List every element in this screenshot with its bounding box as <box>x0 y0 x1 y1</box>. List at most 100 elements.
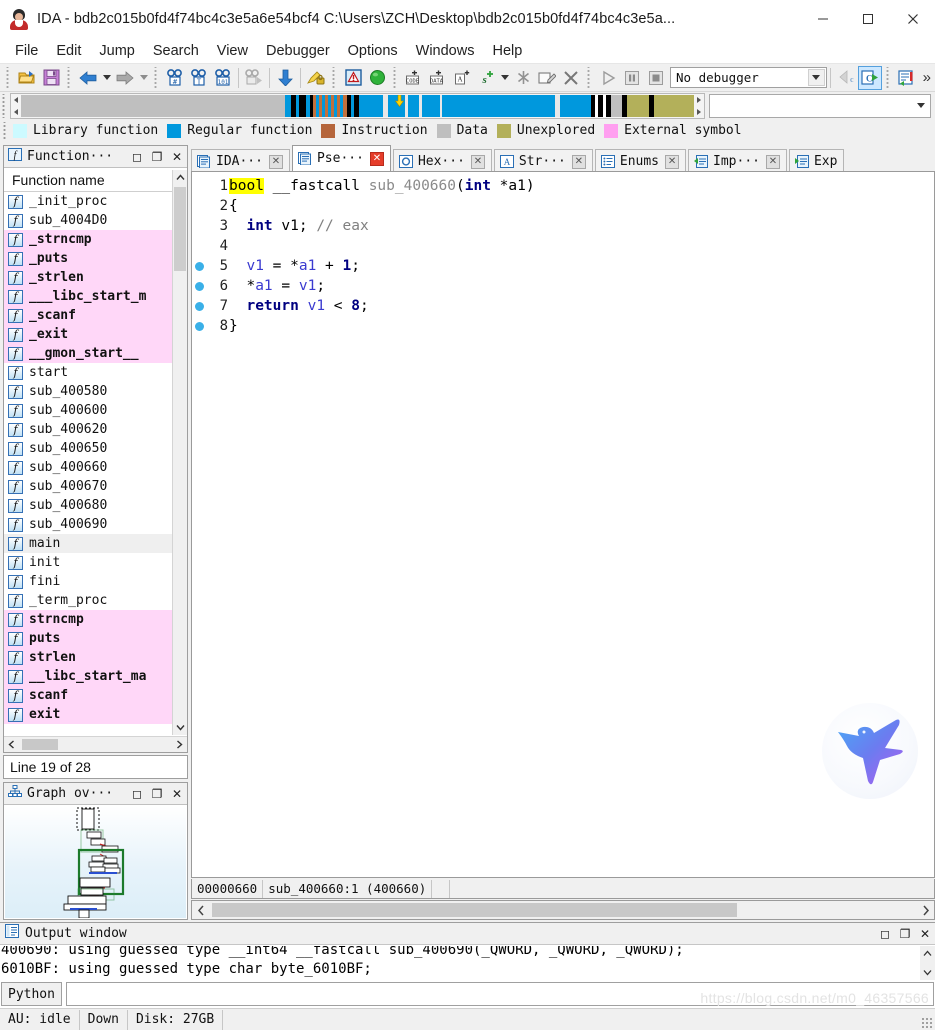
functions-vertical-scrollbar[interactable] <box>172 170 187 735</box>
search-next-icon[interactable] <box>242 66 266 90</box>
scroll-up-icon[interactable] <box>920 946 935 961</box>
tab-close-icon[interactable]: ✕ <box>369 151 384 166</box>
menu-edit[interactable]: Edit <box>47 40 90 62</box>
edit-function-icon[interactable] <box>535 66 559 90</box>
search-hash-icon[interactable]: # <box>163 66 187 90</box>
function-list-item[interactable]: f sub_400650 <box>4 439 173 458</box>
breakpoint-gutter[interactable] <box>192 216 206 236</box>
tab-close-icon[interactable]: ✕ <box>470 154 485 169</box>
pseudocode-line[interactable]: 4 <box>192 236 934 256</box>
toolbar-grip-struct[interactable] <box>884 66 892 89</box>
function-list-item[interactable]: f sub_400660 <box>4 458 173 477</box>
function-list-item[interactable]: f _strncmp <box>4 230 173 249</box>
menu-jump[interactable]: Jump <box>90 40 143 62</box>
pseudocode-line[interactable]: 7 return v1 < 8; <box>192 296 934 316</box>
function-list-item[interactable]: f strncmp <box>4 610 173 629</box>
tab-close-icon[interactable]: ✕ <box>571 154 586 169</box>
functions-horizontal-scrollbar[interactable] <box>4 736 187 752</box>
pseudocode-line[interactable]: 3 int v1; // eax <box>192 216 934 236</box>
function-list-item[interactable]: f _puts <box>4 249 173 268</box>
make-string-dropdown-icon[interactable] <box>498 75 511 80</box>
resize-grip-icon[interactable] <box>921 1017 933 1029</box>
run-ok-icon[interactable] <box>365 66 389 90</box>
tab-close-icon[interactable]: ✕ <box>765 154 780 169</box>
breakpoint-marker-icon[interactable] <box>192 256 206 276</box>
scrollbar-thumb[interactable] <box>174 187 186 271</box>
function-list-item[interactable]: f scanf <box>4 686 173 705</box>
scrollbar-thumb[interactable] <box>22 739 58 750</box>
pseudocode-line[interactable]: 5 v1 = *a1 + 1; <box>192 256 934 276</box>
navband-jump-combo[interactable] <box>709 94 931 118</box>
back-nav-dropdown-icon[interactable] <box>100 75 113 80</box>
menu-view[interactable]: View <box>208 40 257 62</box>
navigation-band[interactable] <box>10 93 705 119</box>
menu-windows[interactable]: Windows <box>407 40 484 62</box>
editor-tab[interactable]: Enums ✕ <box>594 149 687 173</box>
tab-close-icon[interactable]: ✕ <box>268 154 283 169</box>
editor-tab[interactable]: Exp <box>788 149 845 173</box>
pseudocode-line[interactable]: 6 *a1 = v1; <box>192 276 934 296</box>
panel-close-icon[interactable]: ✕ <box>167 147 187 167</box>
search-binary-icon[interactable]: 101 <box>211 66 235 90</box>
function-list-item[interactable]: f sub_400620 <box>4 420 173 439</box>
toolbar-grip-nav[interactable] <box>66 66 73 89</box>
editor-tab[interactable]: A Str··· ✕ <box>493 149 593 173</box>
panel-close-icon[interactable]: ✕ <box>167 784 187 804</box>
navband-scroll-left-icon[interactable] <box>11 94 21 118</box>
toolbar-grip-mark[interactable] <box>331 66 338 89</box>
toolbar-grip-make[interactable] <box>392 66 399 89</box>
breakpoint-marker-icon[interactable] <box>192 316 206 336</box>
make-array-icon[interactable]: A <box>450 66 474 90</box>
breakpoint-gutter[interactable] <box>192 236 206 256</box>
toolbar-overflow-icon[interactable]: » <box>919 69 935 86</box>
functions-list[interactable]: f _init_proc f sub_4004D0 f _strncmp f _puts f _s… <box>4 192 173 735</box>
scroll-up-icon[interactable] <box>173 170 187 185</box>
menu-search[interactable]: Search <box>144 40 208 62</box>
function-list-item[interactable]: f main <box>4 534 173 553</box>
editor-tab[interactable]: Hex··· ✕ <box>392 149 492 173</box>
mark-position-icon[interactable] <box>304 66 328 90</box>
cli-language-button[interactable]: Python <box>1 982 62 1006</box>
jump-down-icon[interactable] <box>273 66 297 90</box>
function-list-item[interactable]: f exit <box>4 705 173 724</box>
decompile-current-icon[interactable]: C <box>857 65 882 90</box>
delete-item-icon[interactable] <box>559 66 583 90</box>
close-button[interactable] <box>890 0 935 38</box>
function-list-item[interactable]: f _strlen <box>4 268 173 287</box>
menu-debugger[interactable]: Debugger <box>257 40 339 62</box>
editor-tab[interactable]: IDA··· ✕ <box>191 149 290 173</box>
save-file-icon[interactable] <box>39 66 63 90</box>
function-list-item[interactable]: f start <box>4 363 173 382</box>
navband-scroll-right-icon[interactable] <box>694 94 704 118</box>
scroll-down-icon[interactable] <box>920 965 935 980</box>
cli-input[interactable] <box>65 982 934 1006</box>
panel-restore-icon[interactable]: ❐ <box>147 147 167 167</box>
scrollbar-thumb[interactable] <box>212 903 737 917</box>
menu-options[interactable]: Options <box>339 40 407 62</box>
forward-nav-dropdown-icon[interactable] <box>137 75 150 80</box>
decompile-prev-icon[interactable]: c <box>834 66 858 90</box>
warning-toggle-icon[interactable] <box>341 66 365 90</box>
breakpoint-marker-icon[interactable] <box>192 276 206 296</box>
function-list-item[interactable]: f ___libc_start_m <box>4 287 173 306</box>
function-list-item[interactable]: f init <box>4 553 173 572</box>
breakpoint-gutter[interactable] <box>192 176 206 196</box>
pseudocode-lines[interactable]: 1 bool __fastcall sub_400660(int *a1) 2{3 … <box>192 172 934 336</box>
make-code-icon[interactable]: CODE <box>402 66 426 90</box>
navband-segments[interactable] <box>21 94 694 117</box>
scroll-down-icon[interactable] <box>173 720 187 735</box>
panel-restore-icon[interactable]: ❐ <box>895 924 915 944</box>
back-nav-icon[interactable] <box>76 66 100 90</box>
function-list-item[interactable]: f sub_400680 <box>4 496 173 515</box>
function-list-item[interactable]: f strlen <box>4 648 173 667</box>
menu-help[interactable]: Help <box>483 40 531 62</box>
toolbar-grip-debug[interactable] <box>586 66 593 89</box>
scroll-left-icon[interactable] <box>4 737 19 752</box>
toolbar-grip[interactable] <box>5 66 12 89</box>
pseudocode-line[interactable]: 8} <box>192 316 934 336</box>
open-file-icon[interactable] <box>15 66 39 90</box>
minimize-button[interactable] <box>800 0 845 38</box>
functions-column-header[interactable]: Function name <box>4 168 187 192</box>
editor-tab[interactable]: Pse··· ✕ <box>291 145 391 171</box>
function-list-item[interactable]: f __gmon_start__ <box>4 344 173 363</box>
